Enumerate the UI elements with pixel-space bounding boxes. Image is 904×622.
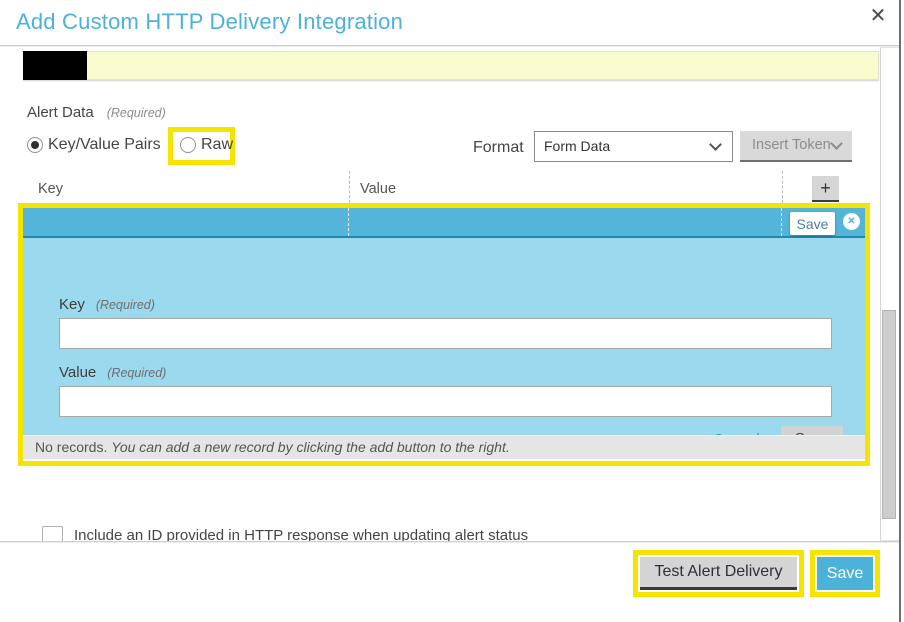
- chevron-down-icon: [709, 138, 722, 151]
- annotation-highlight-row-editor: Save ✕ Key(Required) Value(Required) Can…: [18, 203, 870, 466]
- close-icon[interactable]: ✕: [864, 2, 892, 30]
- annotation-highlight-test-button: Test Alert Delivery: [633, 550, 804, 597]
- dialog-title: Add Custom HTTP Delivery Integration: [16, 9, 403, 35]
- value-field-label: Value(Required): [59, 364, 166, 381]
- format-label: Format: [473, 139, 524, 157]
- highlighted-field-banner: [23, 51, 879, 80]
- header-divider: [0, 45, 899, 46]
- insert-token-button[interactable]: Insert Token: [740, 131, 852, 162]
- row-editor-body: Key(Required) Value(Required) Cancel Sav…: [23, 238, 865, 435]
- annotation-highlight-save-button: Save: [810, 550, 880, 597]
- chevron-down-icon: [830, 137, 843, 150]
- column-separator: [781, 208, 782, 236]
- save-button[interactable]: Save: [817, 557, 873, 590]
- row-close-icon[interactable]: ✕: [843, 213, 860, 230]
- column-separator: [782, 171, 783, 203]
- table-header-key: Key: [38, 181, 63, 197]
- format-select[interactable]: Form Data: [534, 131, 733, 162]
- radio-raw-label[interactable]: Raw: [201, 136, 233, 154]
- column-separator: [348, 208, 349, 236]
- dialog-footer: Test Alert Delivery Save: [0, 541, 899, 622]
- add-row-button[interactable]: +: [812, 176, 839, 202]
- key-field-label: Key(Required): [59, 296, 155, 313]
- format-select-value: Form Data: [544, 138, 610, 154]
- alert-data-label: Alert Data(Required): [27, 104, 166, 121]
- window-right-edge: [899, 0, 901, 622]
- test-alert-delivery-button[interactable]: Test Alert Delivery: [640, 557, 797, 590]
- key-field-input[interactable]: [59, 318, 832, 349]
- add-custom-http-delivery-dialog: Add Custom HTTP Delivery Integration ✕ A…: [0, 0, 904, 622]
- empty-state-prefix: No records.: [35, 439, 111, 455]
- empty-state-bar: No records. You can add a new record by …: [23, 435, 865, 459]
- scrollbar-thumb[interactable]: [882, 310, 896, 519]
- column-separator: [349, 171, 350, 203]
- row-save-button-top[interactable]: Save: [790, 212, 835, 235]
- radio-raw[interactable]: [180, 137, 196, 153]
- alert-data-required-note: (Required): [107, 106, 166, 120]
- annotation-highlight-raw: Raw: [168, 127, 235, 165]
- row-editor-header: Save ✕: [23, 208, 865, 238]
- empty-state-hint: You can add a new record by clicking the…: [111, 439, 509, 455]
- redacted-block: [23, 51, 87, 80]
- radio-key-value-pairs-label[interactable]: Key/Value Pairs: [48, 136, 161, 154]
- table-header-value: Value: [360, 181, 396, 197]
- value-field-input[interactable]: [59, 386, 832, 417]
- radio-key-value-pairs[interactable]: [27, 137, 43, 153]
